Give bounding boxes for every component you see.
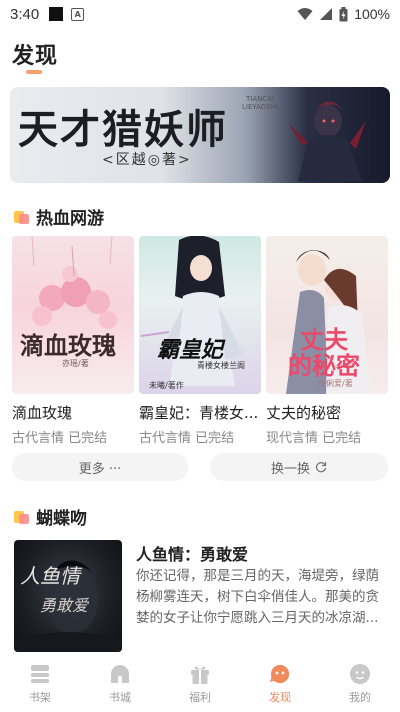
section-header-hudiewen: 蝴蝶吻 xyxy=(14,504,87,529)
refresh-button-label: 换一换 xyxy=(270,461,310,477)
feature-book-description: 你还记得，那是三月的天，海堤旁，绿荫杨柳雾连天，树下白伞俏佳人。那美的贪婪的女子… xyxy=(136,568,379,626)
book-category: 古代言情 xyxy=(12,431,65,446)
feature-cover-subtitle: 勇敢爱 xyxy=(40,596,89,615)
refresh-icon xyxy=(315,462,327,473)
book-category: 古代言情 xyxy=(139,431,192,446)
more-button-label: 更多 ··· xyxy=(78,461,122,477)
feature-book-title[interactable]: 人鱼情：勇敢爱 xyxy=(136,541,248,565)
bookstore-icon xyxy=(111,664,129,683)
nav-label: 发现 xyxy=(269,690,291,704)
banner-subtitle: TIANCAI LIEYAOSHI xyxy=(242,95,278,111)
book-status: 已完结 xyxy=(322,431,362,446)
discover-icon xyxy=(270,664,289,683)
section-icon xyxy=(14,210,30,224)
notification-icon xyxy=(49,7,64,21)
more-button[interactable]: 更多 ··· xyxy=(12,453,188,481)
nav-item-profile[interactable]: 我的 xyxy=(320,654,400,712)
cover-subtitle: 青楼女楼兰阁 xyxy=(197,361,245,370)
profile-icon xyxy=(350,663,370,684)
book-title: 霸皇妃：青楼女... xyxy=(139,404,259,422)
nav-label: 福利 xyxy=(189,690,211,704)
book-meta: 现代言情 已完结 xyxy=(266,427,388,446)
refresh-button[interactable]: 换一换 xyxy=(210,453,388,481)
book-status: 已完结 xyxy=(68,431,108,446)
nav-item-welfare[interactable]: 福利 xyxy=(160,654,240,712)
book-card[interactable]: 滴血玫瑰 亦瑶/著 滴血玫瑰 古代言情 已完结 xyxy=(12,236,134,446)
cover-title-line2: 的秘密 xyxy=(288,351,360,380)
status-bar: 3:40 A 100% xyxy=(0,0,400,28)
banner-subtitle-line2: LIEYAOSHI xyxy=(242,103,279,111)
book-title: 滴血玫瑰 xyxy=(12,404,73,422)
page-title: 发现 xyxy=(12,44,59,69)
banner-character-illustration xyxy=(288,101,366,181)
rose-illustration xyxy=(31,236,117,329)
feature-cover-title: 人鱼情 xyxy=(20,564,80,588)
cover-title: 滴血玫瑰 xyxy=(20,331,116,360)
cover-author: 伶俐爱/著 xyxy=(318,379,353,388)
banner-subtitle-line1: TIANCAI xyxy=(245,95,275,103)
feature-book-cover[interactable]: 人鱼情 勇敢爱 xyxy=(14,540,122,652)
wifi-icon xyxy=(297,8,313,20)
section-icon xyxy=(14,510,30,524)
battery-percent: 100% xyxy=(354,6,390,22)
book-cover[interactable]: 霸皇妃 青楼女楼兰阁 未曦/著作 xyxy=(139,236,261,394)
section-title: 蝴蝶吻 xyxy=(36,509,87,529)
book-meta: 古代言情 已完结 xyxy=(139,427,261,446)
gift-icon xyxy=(191,665,209,684)
book-meta: 古代言情 已完结 xyxy=(12,427,134,446)
nav-label: 书城 xyxy=(109,690,131,704)
cover-author: 未曦/著作 xyxy=(149,381,184,390)
cover-author: 亦瑶/著 xyxy=(62,359,89,368)
nav-item-bookstore[interactable]: 书城 xyxy=(80,654,160,712)
bottom-nav: 书架 书城 福利 发现 我的 xyxy=(0,654,400,712)
book-card[interactable]: 霸皇妃 青楼女楼兰阁 未曦/著作 霸皇妃：青楼女... 古代言情 已完结 xyxy=(139,236,261,446)
book-cover[interactable]: 滴血玫瑰 亦瑶/著 xyxy=(12,236,134,394)
bookshelf-icon xyxy=(31,664,49,683)
nav-label: 书架 xyxy=(29,690,51,704)
title-underline xyxy=(26,70,42,74)
section-title: 热血网游 xyxy=(36,209,104,229)
battery-icon xyxy=(339,6,348,21)
book-status: 已完结 xyxy=(195,431,235,446)
book-category: 现代言情 xyxy=(266,431,319,446)
section-header-rexue: 热血网游 xyxy=(14,204,104,229)
status-time: 3:40 xyxy=(10,5,40,23)
promo-banner[interactable]: 天才猎妖师 <区越◎著> TIANCAI LIEYAOSHI xyxy=(10,87,390,183)
nav-item-bookshelf[interactable]: 书架 xyxy=(0,654,80,712)
nav-item-discover[interactable]: 发现 xyxy=(240,654,320,712)
nav-label: 我的 xyxy=(349,690,371,704)
book-title: 丈夫的秘密 xyxy=(266,404,342,422)
banner-author: <区越◎著> xyxy=(102,152,192,168)
signal-icon xyxy=(320,8,333,20)
app-notification-icon: A xyxy=(71,7,85,21)
book-cover[interactable]: 丈夫 的秘密 伶俐爱/著 xyxy=(266,236,388,394)
banner-title: 天才猎妖师 xyxy=(18,106,228,153)
book-card[interactable]: 丈夫 的秘密 伶俐爱/著 丈夫的秘密 现代言情 已完结 xyxy=(266,236,388,446)
